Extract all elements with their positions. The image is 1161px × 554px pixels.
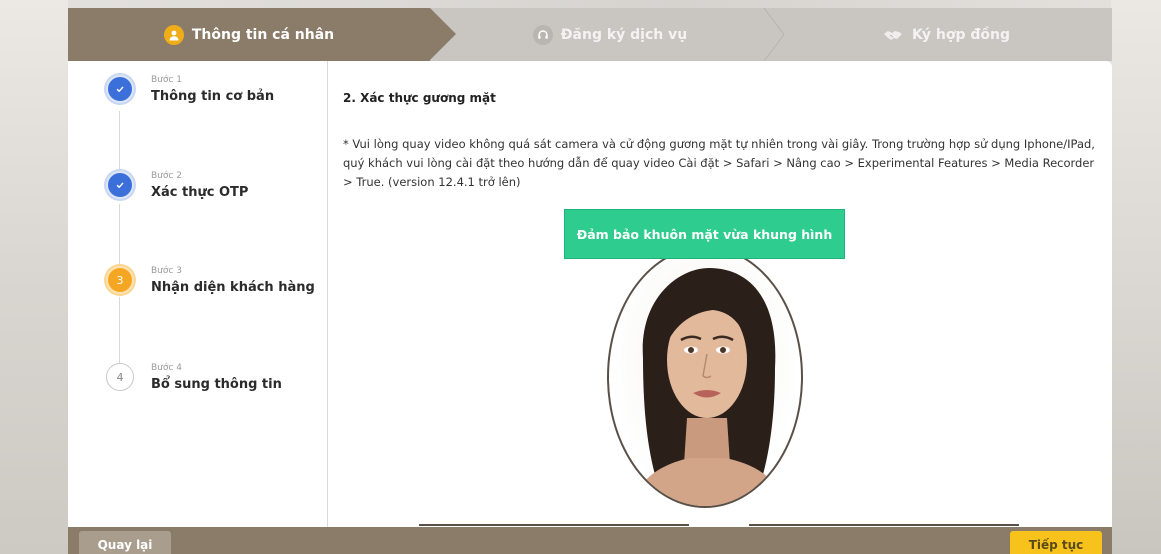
step-label: Bước 3 xyxy=(151,266,182,276)
tab-service-registration-label: Đăng ký dịch vụ xyxy=(560,26,688,43)
step-label: Bước 1 xyxy=(151,75,182,85)
face-alignment-hint[interactable]: Đảm bảo khuôn mặt vừa khung hình xyxy=(564,209,845,259)
step-sidebar: Bước 1 Thông tin cơ bản Bước 2 Xác thực … xyxy=(68,61,328,527)
tab-service-registration[interactable]: Đăng ký dịch vụ xyxy=(440,8,780,61)
handshake-icon xyxy=(882,25,904,45)
back-button[interactable]: Quay lại xyxy=(79,531,171,554)
instruction-text: * Vui lòng quay video không quá sát came… xyxy=(343,137,1095,189)
step-name: Thông tin cơ bản xyxy=(151,89,275,104)
background-right xyxy=(1111,0,1161,554)
step-number-badge: 3 xyxy=(106,266,134,294)
tab-sign-contract-label: Ký hợp đồng xyxy=(911,26,1011,43)
footer-bar: Quay lại Tiếp tục xyxy=(68,527,1112,554)
face-camera-frame xyxy=(607,246,803,508)
main-panel: Bước 1 Thông tin cơ bản Bước 2 Xác thực … xyxy=(68,61,1112,527)
face-image xyxy=(630,268,786,506)
face-verification-section: 2. Xác thực gương mặt * Vui lòng quay vi… xyxy=(329,61,1112,527)
section-title: 2. Xác thực gương mặt xyxy=(343,91,496,105)
step-label: Bước 4 xyxy=(151,363,182,373)
step-name: Xác thực OTP xyxy=(151,185,249,200)
step-name: Bổ sung thông tin xyxy=(151,377,282,392)
tab-sign-contract[interactable]: Ký hợp đồng xyxy=(780,8,1112,61)
headset-icon xyxy=(532,24,553,45)
step-name: Nhận diện khách hàng xyxy=(151,280,315,295)
check-icon xyxy=(106,171,134,199)
check-icon xyxy=(106,75,134,103)
background-left xyxy=(0,0,68,554)
tab-personal-info-label: Thông tin cá nhân xyxy=(191,26,335,43)
step-number-badge: 4 xyxy=(106,363,134,391)
step-label: Bước 2 xyxy=(151,171,182,181)
tab-personal-info[interactable]: Thông tin cá nhân xyxy=(68,8,456,61)
person-icon xyxy=(163,24,184,45)
next-button[interactable]: Tiếp tục xyxy=(1010,531,1102,554)
progress-stepper: Thông tin cá nhân Đăng ký dịch vụ Ký hợp… xyxy=(68,8,1112,61)
